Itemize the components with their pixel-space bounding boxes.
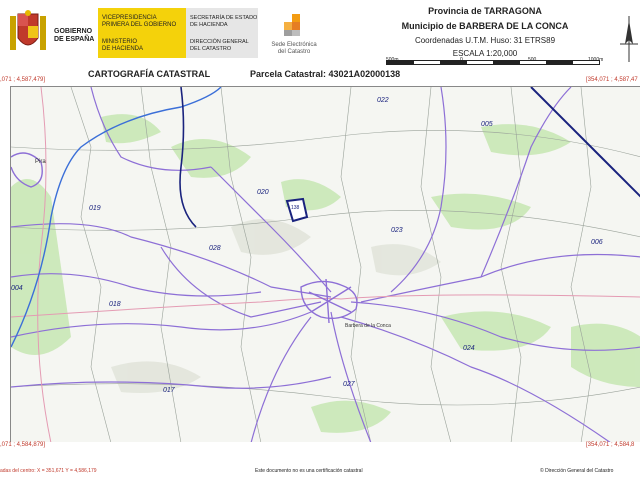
- scale-tick-1: 500m: [386, 57, 399, 63]
- scale-tick-4: 1000m: [588, 57, 604, 63]
- copyright: © Dirección General del Catastro: [540, 468, 614, 474]
- polygon-label: 019: [89, 205, 101, 212]
- province-title: Provincia de TARRAGONA: [428, 6, 542, 16]
- scale-bar: [386, 60, 600, 65]
- top-right-coordinate: [354,071 ; 4,587,47: [586, 77, 638, 83]
- parcel-reference: Parcela Catastral: 43021A02000138: [250, 69, 401, 79]
- polygon-label: 020: [257, 189, 269, 196]
- min-label-2: DE HACIENDA: [102, 46, 144, 52]
- scale-tick-2: 0: [460, 57, 463, 63]
- selected-parcel-label: 138: [291, 205, 300, 211]
- dir-label-2: DEL CATASTRO: [190, 46, 232, 52]
- coordinates-label: Coordenadas U.T.M. Huso: 31 ETRS89: [414, 36, 556, 45]
- polygon-label: 005: [481, 121, 493, 128]
- sede-logo-icon: [284, 14, 300, 36]
- polygon-label: 023: [391, 227, 403, 234]
- polygon-label: 017: [163, 387, 175, 394]
- sede-label-2: del Catastro: [277, 49, 311, 55]
- polygon-label: 028: [209, 245, 221, 252]
- cadastral-map[interactable]: 022 005 020 019 028 023 006 018 004 024 …: [10, 86, 640, 442]
- gov-label-2: DE ESPAÑA: [54, 36, 95, 43]
- place-label: Barbera de la Conca: [345, 323, 391, 329]
- sec-label-2: DE HACIENDA: [190, 22, 228, 28]
- coat-of-arms-icon: [10, 10, 46, 50]
- polygon-label: 022: [377, 97, 389, 104]
- north-arrow-icon: [620, 16, 638, 62]
- polygon-label: 018: [109, 301, 121, 308]
- vegetation-layer: [11, 114, 640, 433]
- polygon-label: 004: [11, 285, 23, 292]
- footer: adas del centro: X = 351,671 Y = 4,586,1…: [0, 442, 640, 480]
- vice-label-2: PRIMERA DEL GOBIERNO: [102, 22, 177, 28]
- sede-label-1: Sede Electrónica: [271, 42, 317, 48]
- polygon-label: 006: [591, 239, 603, 246]
- sede-label: Sede Electrónica del Catastro: [262, 42, 326, 56]
- polygon-label: 024: [463, 345, 475, 352]
- polygon-label: 027: [343, 381, 355, 388]
- cartography-title: CARTOGRAFÍA CATASTRAL: [88, 69, 211, 79]
- disclaimer: Este documento no es una certificación c…: [255, 468, 363, 474]
- top-left-coordinate: ,071 ; 4,587,479]: [0, 77, 46, 83]
- header: GOBIERNO DE ESPAÑA VICEPRESIDENCIA PRIME…: [0, 0, 640, 66]
- municipality-title: Municipio de BARBERA DE LA CONCA: [401, 21, 569, 31]
- gov-label-1: GOBIERNO: [54, 28, 93, 35]
- center-coordinates: adas del centro: X = 351,671 Y = 4,586,1…: [0, 468, 97, 474]
- place-label: Pira: [35, 159, 46, 165]
- scale-tick-3: 500: [528, 57, 537, 63]
- map-document: GOBIERNO DE ESPAÑA VICEPRESIDENCIA PRIME…: [0, 0, 640, 480]
- map-canvas: [11, 87, 640, 442]
